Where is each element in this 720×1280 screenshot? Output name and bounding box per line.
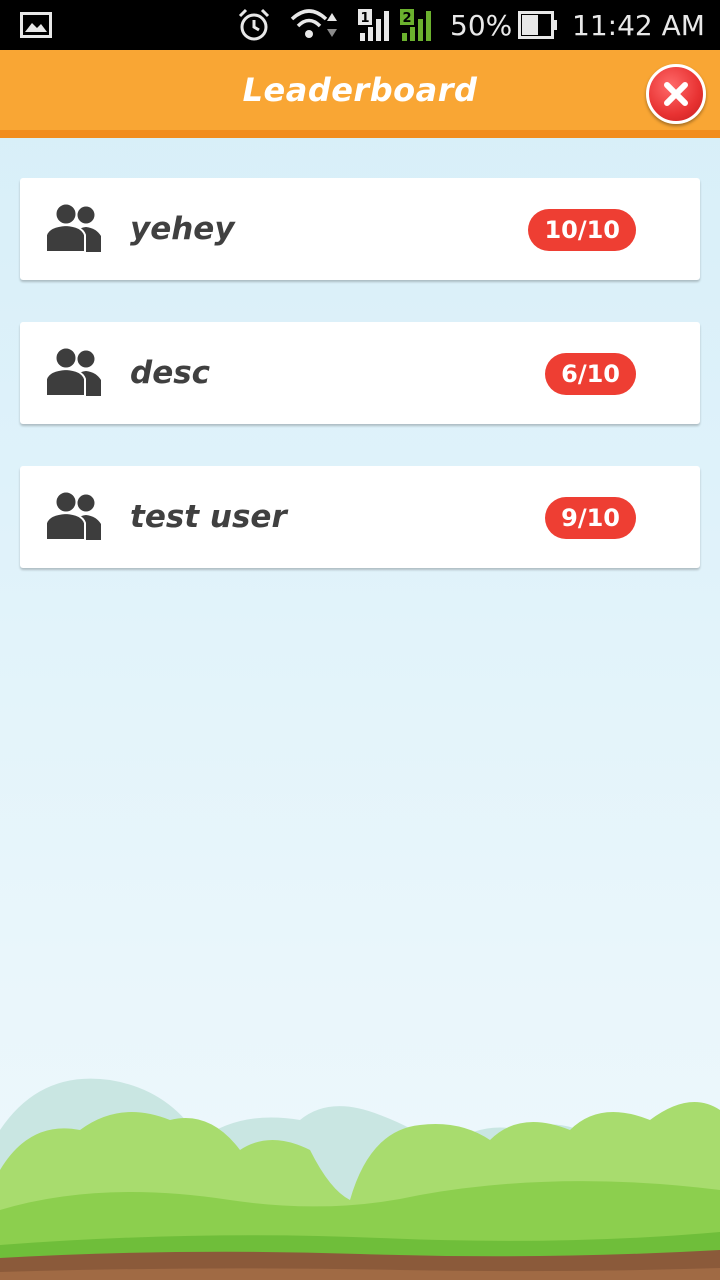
svg-text:1: 1 bbox=[360, 11, 369, 26]
score-badge: 6/10 bbox=[545, 353, 636, 395]
alarm-icon bbox=[236, 0, 272, 50]
landscape-background bbox=[0, 1078, 720, 1280]
gallery-notification-icon bbox=[20, 0, 52, 50]
battery-percent: 50% bbox=[450, 8, 513, 42]
leaderboard-entry[interactable]: yehey 10/10 bbox=[20, 178, 700, 280]
leaderboard-entry[interactable]: test user 9/10 bbox=[20, 466, 700, 568]
score-badge: 9/10 bbox=[545, 497, 636, 539]
close-button[interactable] bbox=[646, 64, 706, 124]
score-badge: 10/10 bbox=[528, 209, 636, 251]
users-icon bbox=[46, 202, 101, 252]
player-name: yehey bbox=[130, 211, 235, 247]
sim1-signal-icon: 1 bbox=[356, 0, 396, 50]
svg-text:2: 2 bbox=[402, 11, 411, 26]
leaderboard-list: yehey 10/10 desc 6/10 test user 9/10 bbox=[20, 178, 700, 610]
player-name: desc bbox=[130, 355, 211, 391]
sim2-signal-icon: 2 bbox=[398, 0, 438, 50]
battery-icon bbox=[518, 0, 558, 50]
clock: 11:42 AM bbox=[572, 8, 705, 42]
close-icon bbox=[664, 82, 688, 106]
app-header: Leaderboard bbox=[0, 50, 720, 138]
page-title: Leaderboard bbox=[242, 71, 478, 109]
wifi-icon bbox=[290, 0, 346, 50]
player-name: test user bbox=[130, 499, 287, 535]
leaderboard-entry[interactable]: desc 6/10 bbox=[20, 322, 700, 424]
users-icon bbox=[46, 346, 101, 396]
status-bar: 1 2 50% 11:42 AM bbox=[0, 0, 720, 50]
users-icon bbox=[46, 490, 101, 540]
